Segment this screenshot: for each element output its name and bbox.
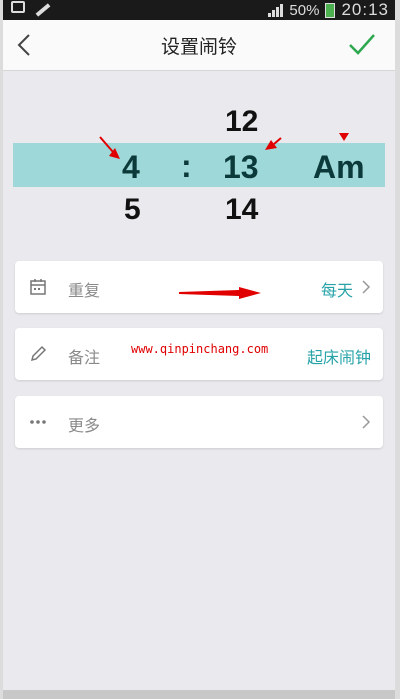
ampm-selected[interactable]: Am bbox=[313, 151, 365, 183]
repeat-row[interactable]: 重复 每天 bbox=[15, 261, 383, 313]
alarm-settings-screen: 50% 20:13 设置闹铃 12 4 : 13 Am 5 14 重复 每天 备… bbox=[3, 0, 395, 699]
confirm-check-icon[interactable] bbox=[347, 31, 377, 59]
header-bar: 设置闹铃 bbox=[3, 20, 395, 71]
repeat-value: 每天 bbox=[320, 281, 353, 300]
repeat-label: 重复 bbox=[68, 281, 101, 300]
calendar-icon bbox=[30, 279, 46, 295]
note-label: 备注 bbox=[68, 348, 101, 367]
pencil-icon bbox=[30, 345, 47, 362]
more-dots-icon bbox=[30, 420, 46, 424]
signal-icon bbox=[268, 3, 284, 17]
time-picker[interactable]: 12 4 : 13 Am 5 14 bbox=[3, 95, 395, 235]
chevron-right-icon bbox=[362, 415, 371, 429]
watermark-text: www.qinpinchang.com bbox=[131, 342, 269, 356]
battery-icon bbox=[325, 2, 336, 18]
minute-below[interactable]: 14 bbox=[225, 195, 258, 225]
page-title: 设置闹铃 bbox=[160, 36, 237, 58]
status-bar: 50% 20:13 bbox=[3, 0, 395, 20]
minute-selected[interactable]: 13 bbox=[223, 151, 259, 183]
note-value: 起床闹钟 bbox=[306, 348, 371, 367]
bottom-strip bbox=[3, 690, 395, 699]
battery-percent: 50% bbox=[289, 1, 320, 19]
hour-selected[interactable]: 4 bbox=[122, 151, 140, 183]
hour-below[interactable]: 5 bbox=[124, 195, 141, 225]
more-label: 更多 bbox=[68, 416, 101, 435]
screenshot-icon bbox=[11, 1, 25, 13]
hour-above[interactable]: 12 bbox=[225, 107, 258, 137]
note-row[interactable]: 备注 www.qinpinchang.com 起床闹钟 bbox=[15, 328, 383, 380]
status-time: 20:13 bbox=[341, 0, 389, 19]
more-row[interactable]: 更多 bbox=[15, 396, 383, 448]
chevron-right-icon bbox=[362, 280, 371, 294]
pen-icon bbox=[35, 2, 51, 17]
time-separator: : bbox=[181, 148, 192, 184]
